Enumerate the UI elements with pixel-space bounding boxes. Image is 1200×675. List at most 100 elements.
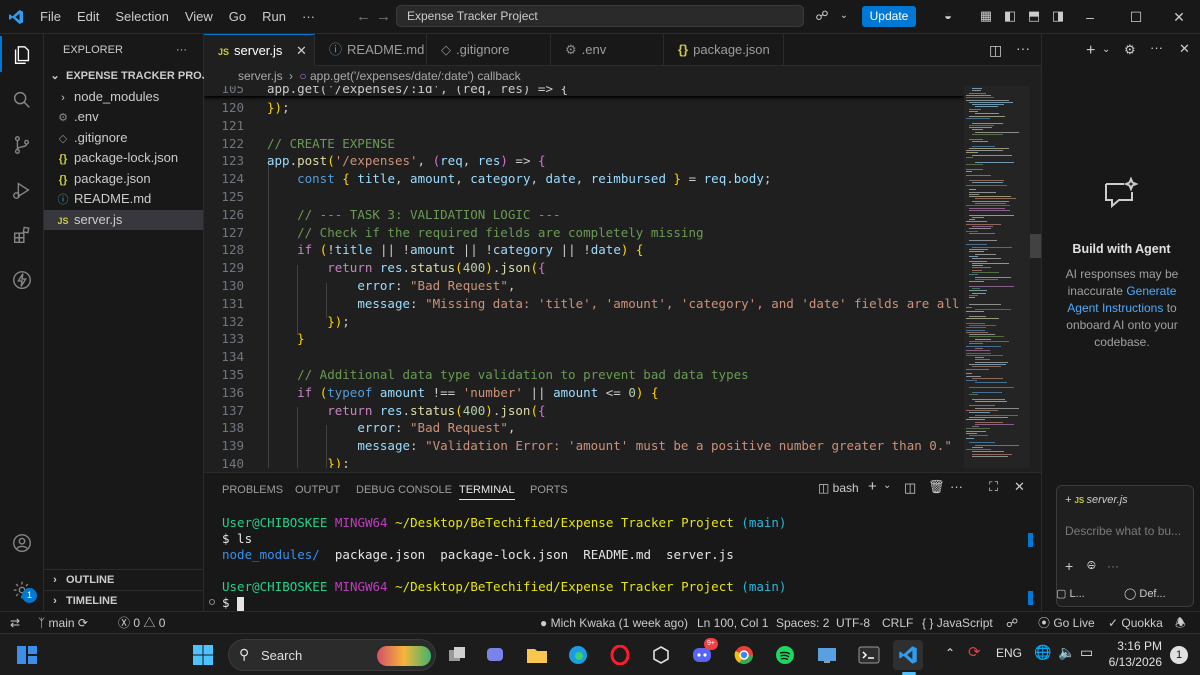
run-debug-icon[interactable] bbox=[8, 176, 36, 204]
menu-go[interactable]: Go bbox=[221, 0, 254, 34]
indentation-status[interactable]: Spaces: 2 bbox=[776, 612, 829, 634]
copilot-status-icon[interactable]: ☍ bbox=[1006, 612, 1018, 634]
go-live-button[interactable]: ⦿ Go Live bbox=[1038, 612, 1095, 634]
tab-ports[interactable]: PORTS bbox=[530, 480, 568, 500]
new-terminal-icon[interactable]: + bbox=[868, 478, 877, 495]
back-arrow-icon[interactable]: ← bbox=[356, 8, 371, 25]
branch-status[interactable]: ᛉ main ⟳ bbox=[38, 612, 88, 634]
tree-item-server-js[interactable]: JS server.js bbox=[44, 209, 203, 230]
widgets-icon[interactable] bbox=[12, 640, 42, 670]
command-center-search[interactable]: Expense Tracker Project bbox=[396, 5, 804, 27]
maximize-panel-icon[interactable]: ⛶ bbox=[989, 479, 998, 495]
update-button[interactable]: Update bbox=[862, 6, 916, 27]
chevron-up-icon[interactable]: ⌃ bbox=[945, 646, 955, 660]
clock[interactable]: 3:16 PM 6/13/2026 bbox=[1104, 638, 1162, 670]
tree-item-package-json[interactable]: {} package.json bbox=[44, 169, 203, 190]
opera-browser-icon[interactable] bbox=[605, 640, 635, 670]
chat-more-icon[interactable]: ··· bbox=[1150, 40, 1163, 55]
code-line[interactable]: return res.status(400).json({ bbox=[267, 260, 545, 275]
menu-run[interactable]: Run bbox=[254, 0, 294, 34]
encoding-status[interactable]: UTF-8 bbox=[836, 612, 870, 634]
tree-item-package-lock[interactable]: {} package-lock.json bbox=[44, 148, 203, 169]
code-line[interactable]: // --- TASK 3: VALIDATION LOGIC --- bbox=[267, 207, 560, 222]
search-icon[interactable] bbox=[8, 86, 36, 114]
code-line[interactable]: // Additional data type validation to pr… bbox=[267, 367, 749, 382]
code-line[interactable]: }); bbox=[267, 314, 350, 329]
minimap[interactable] bbox=[964, 86, 1030, 468]
notifications-bell-icon[interactable]: 🕭 bbox=[1175, 612, 1186, 634]
sticky-scroll[interactable]: 105 app.get('/expenses/:id', (req, res) … bbox=[204, 86, 964, 96]
menu-file[interactable]: File bbox=[32, 0, 69, 34]
terminal-input-line[interactable]: $ bbox=[222, 595, 245, 611]
tree-item-env[interactable]: ⚙ .env bbox=[44, 107, 203, 128]
menu-edit[interactable]: Edit bbox=[69, 0, 107, 34]
scrollbar-thumb[interactable] bbox=[1030, 234, 1041, 258]
code-line[interactable]: }); bbox=[267, 100, 290, 115]
tab-debug-console[interactable]: DEBUG CONSOLE bbox=[356, 480, 452, 500]
chevron-down-icon[interactable]: ⌄ bbox=[883, 480, 891, 491]
minimize-icon[interactable]: – bbox=[1067, 0, 1113, 34]
battery-icon[interactable]: ▭ bbox=[1080, 644, 1093, 661]
maximize-icon[interactable]: ☐ bbox=[1113, 0, 1159, 34]
code-line[interactable]: message: "Missing data: 'title', 'amount… bbox=[267, 296, 964, 311]
chat-settings-gear-icon[interactable]: ⚙ bbox=[1124, 42, 1136, 58]
code-line[interactable]: // CREATE EXPENSE bbox=[267, 136, 395, 151]
tab-terminal[interactable]: TERMINAL bbox=[459, 480, 515, 500]
accounts-extension-icon[interactable]: ◒ bbox=[940, 8, 956, 24]
tab-gitignore[interactable]: ◇ .gitignore bbox=[427, 34, 551, 66]
quokka-status[interactable]: ✓ Quokka bbox=[1108, 612, 1163, 634]
terminal-app-icon[interactable] bbox=[854, 640, 884, 670]
cursor-position[interactable]: Ln 100, Col 1 bbox=[697, 612, 768, 634]
add-attachment-icon[interactable]: + bbox=[1065, 558, 1073, 574]
close-icon[interactable]: ✕ bbox=[1156, 0, 1200, 34]
split-terminal-icon[interactable]: ◫ bbox=[904, 480, 916, 496]
tab-readme[interactable]: ⓘ README.md bbox=[315, 34, 427, 66]
new-chat-icon[interactable]: + bbox=[1086, 42, 1095, 60]
task-view-icon[interactable] bbox=[442, 640, 472, 670]
quokka-lightning-icon[interactable] bbox=[8, 266, 36, 294]
tree-item-readme[interactable]: ⓘ README.md bbox=[44, 189, 203, 210]
control-panel-icon[interactable] bbox=[812, 640, 842, 670]
chevron-down-icon[interactable]: ⌄ bbox=[836, 8, 852, 24]
app-cube-icon[interactable] bbox=[646, 640, 676, 670]
project-folder[interactable]: ⌄ EXPENSE TRACKER PROJECT bbox=[44, 66, 229, 87]
menu-more[interactable]: ··· bbox=[294, 0, 323, 34]
copilot-icon[interactable]: ☍ bbox=[814, 8, 830, 24]
taskbar-search[interactable]: ⚲ Search bbox=[228, 639, 436, 671]
extensions-icon[interactable] bbox=[8, 221, 36, 249]
explorer-files-icon[interactable] bbox=[8, 41, 36, 69]
chat-input-placeholder[interactable]: Describe what to bu... bbox=[1065, 524, 1181, 538]
timeline-section[interactable]: › TIMELINE bbox=[44, 590, 203, 611]
tab-env[interactable]: ⚙ .env bbox=[551, 34, 664, 66]
mode-selector-icon[interactable]: ··· bbox=[1107, 559, 1119, 573]
close-chat-icon[interactable]: ✕ bbox=[1179, 41, 1190, 57]
code-editor[interactable]: 105 app.get('/expenses/:id', (req, res) … bbox=[204, 86, 964, 468]
tab-problems[interactable]: PROBLEMS bbox=[222, 480, 283, 500]
trash-icon[interactable]: 🗑 bbox=[928, 479, 945, 495]
eol-status[interactable]: CRLF bbox=[882, 612, 913, 634]
notification-center-badge[interactable]: 1 bbox=[1170, 646, 1188, 664]
remote-icon[interactable]: ⇄ bbox=[10, 612, 20, 634]
toggle-primary-sidebar-icon[interactable]: ◧ bbox=[1002, 8, 1018, 24]
toggle-panel-icon[interactable]: ⬒ bbox=[1026, 8, 1042, 24]
close-panel-icon[interactable]: ✕ bbox=[1014, 479, 1025, 495]
outline-section[interactable]: › OUTLINE bbox=[44, 569, 203, 590]
sync-tray-icon[interactable]: ⟳ bbox=[968, 643, 981, 661]
problems-status[interactable]: Ⓧ 0 △ 0 bbox=[118, 612, 165, 634]
accounts-icon[interactable] bbox=[8, 529, 36, 557]
windows-start-icon[interactable] bbox=[188, 640, 218, 670]
code-line[interactable]: if (!title || !amount || !category || !d… bbox=[267, 242, 643, 257]
tab-server-js[interactable]: JS server.js ✕ bbox=[204, 34, 315, 66]
chat-mode-selector[interactable]: ▢ L... bbox=[1056, 587, 1085, 600]
source-control-icon[interactable] bbox=[8, 131, 36, 159]
tree-item-gitignore[interactable]: ◇ .gitignore bbox=[44, 128, 203, 149]
split-editor-icon[interactable]: ◫ bbox=[989, 42, 1002, 59]
menu-selection[interactable]: Selection bbox=[107, 0, 176, 34]
panel-more-icon[interactable]: ··· bbox=[950, 479, 963, 494]
tab-output[interactable]: OUTPUT bbox=[295, 480, 340, 500]
context-file-chip[interactable]: + JS server.js bbox=[1065, 494, 1128, 506]
breadcrumb-symbol[interactable]: app.get('/expenses/date/:date') callback bbox=[310, 69, 521, 83]
globe-network-icon[interactable]: 🌐 bbox=[1034, 644, 1051, 661]
menu-view[interactable]: View bbox=[177, 0, 221, 34]
editor-scrollbar[interactable] bbox=[1030, 86, 1041, 468]
